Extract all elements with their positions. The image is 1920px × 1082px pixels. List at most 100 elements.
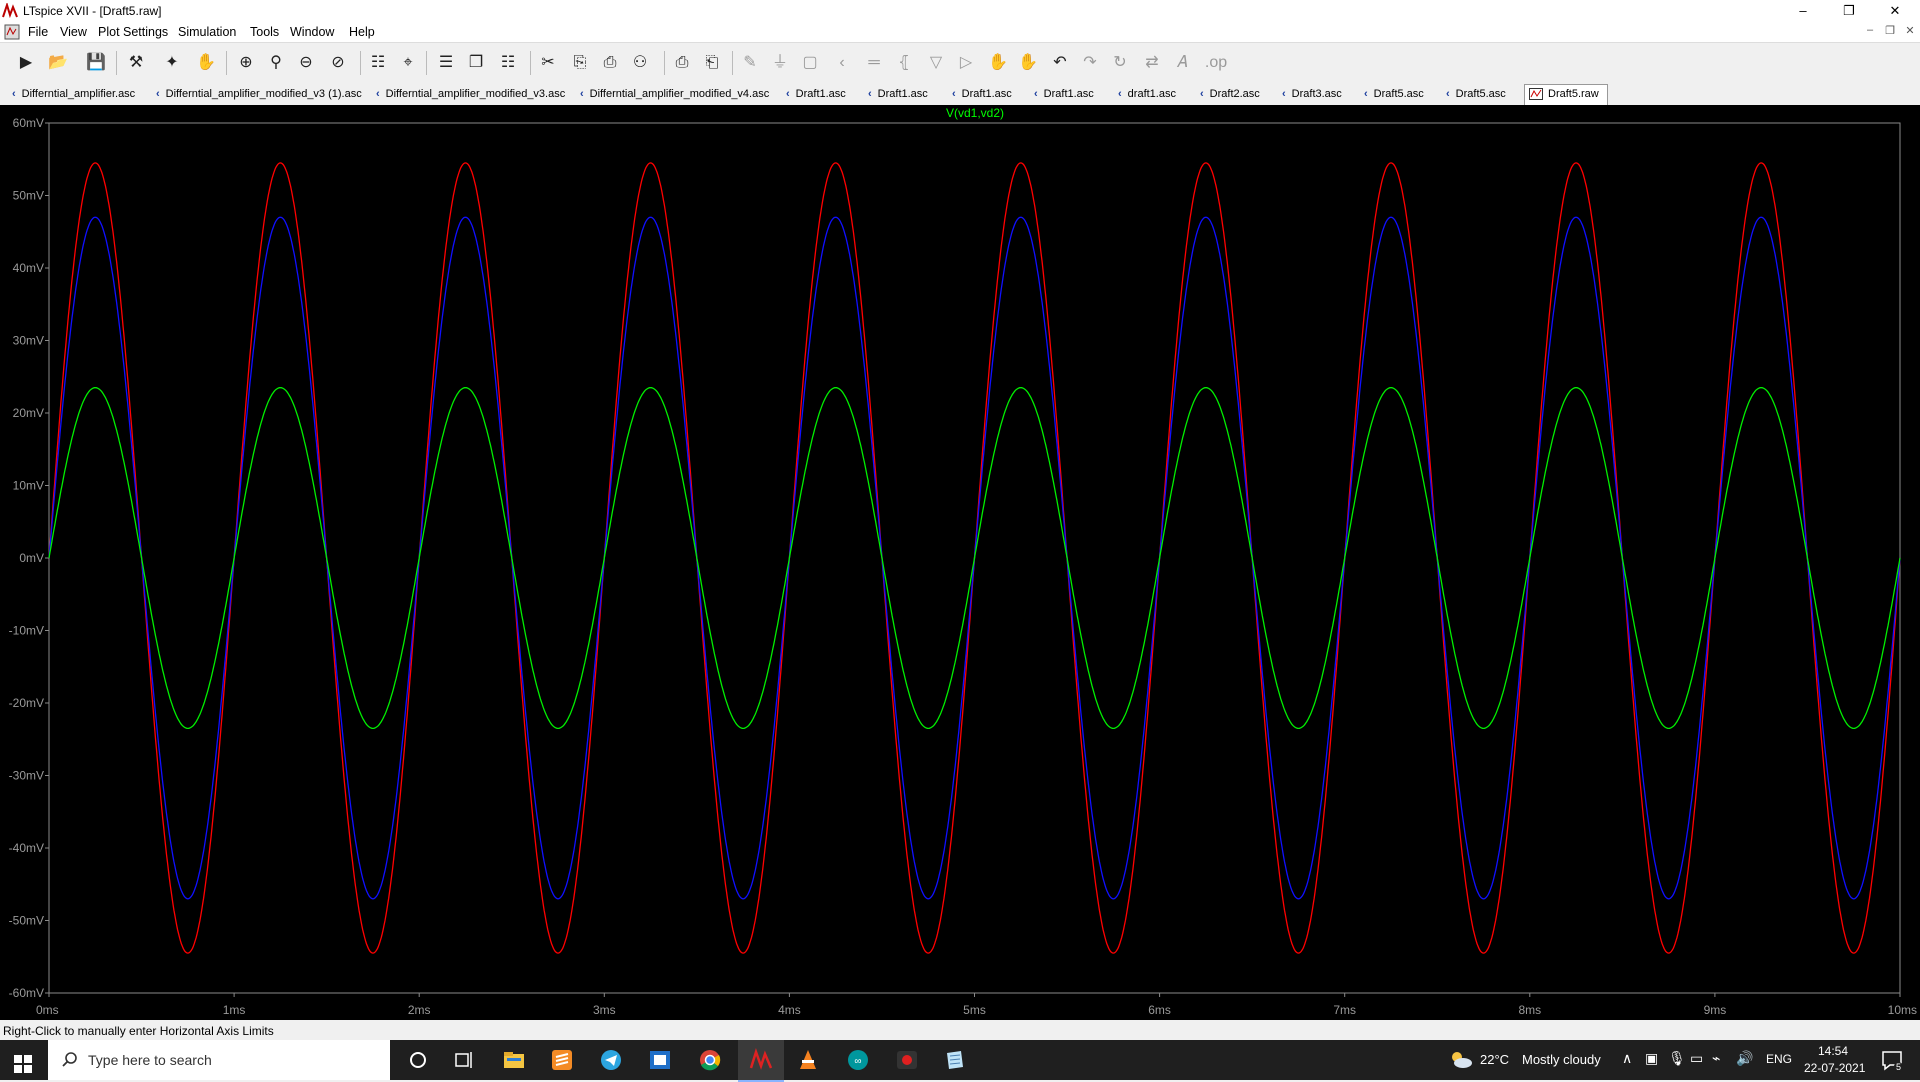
mdi-close-button[interactable]: ✕ [1902,24,1918,37]
tab-differntial-amplifier-modified-v3-1[interactable]: ‹ Differntial_amplifier_modified_v3 (1).a… [156,85,362,103]
microphone-icon[interactable]: 🎙 [1668,1050,1686,1067]
menu-view[interactable]: View [60,25,87,39]
menu-tools[interactable]: Tools [250,25,279,39]
waveform-chart[interactable]: V(vd1,vd2) 60mV 50mV 40mV 30mV 20mV 10mV 0mV -1… [0,105,1920,1020]
tab-draft3[interactable]: ‹ Draft3.asc [1282,85,1342,103]
spice-directive-icon[interactable]: .op [1204,51,1228,75]
capacitor-icon[interactable]: ═ [862,51,886,75]
cut-icon[interactable]: ✂ [536,51,560,75]
close-button[interactable]: ✕ [1872,0,1918,22]
cortana-icon[interactable] [406,1048,430,1072]
run-icon[interactable]: ▶ [14,51,38,75]
menu-window[interactable]: Window [290,25,334,39]
zoom-out-icon[interactable]: ⊖ [294,51,318,75]
waveform-plot-pane[interactable]: V(vd1,vd2) 60mV 50mV 40mV 30mV 20mV 10mV 0mV -1… [0,105,1920,1020]
tile-horizontal-icon[interactable]: ☰ [434,51,458,75]
drag-icon[interactable]: ✋ [1016,51,1040,75]
autorange-icon[interactable]: ☷ [366,51,390,75]
ground-icon[interactable]: ⏚ [768,51,792,75]
menu-plot-settings[interactable]: Plot Settings [98,25,168,39]
taskbar-search-box[interactable]: Type here to search [48,1040,390,1080]
undo-icon[interactable]: ↶ [1048,51,1072,75]
outlook-icon[interactable] [648,1048,672,1072]
clock-date[interactable]: 22-07-2021 [1804,1061,1865,1075]
menu-simulation[interactable]: Simulation [178,25,236,39]
y-tick-label: -30mV [9,769,44,783]
waveform-trace-3[interactable] [48,386,1901,730]
control-panel-icon[interactable]: ⚒ [124,51,148,75]
print-icon[interactable]: ⎙ [670,51,694,75]
zoom-area-icon[interactable]: ⚲ [264,51,288,75]
task-view-icon[interactable] [452,1048,476,1072]
open-icon[interactable]: 📂 [46,51,70,75]
menu-file[interactable]: File [28,25,48,39]
resistor-icon[interactable]: ‹ [830,51,854,75]
chrome-icon[interactable] [698,1048,722,1072]
weather-cloudy-icon[interactable] [1448,1048,1474,1072]
tile-vertical-icon[interactable]: ☷ [496,51,520,75]
rotate-icon[interactable]: ↻ [1108,51,1132,75]
menu-help[interactable]: Help [349,25,375,39]
vlc-icon[interactable] [796,1048,820,1072]
language-indicator[interactable]: ENG [1766,1052,1792,1066]
mirror-icon[interactable]: ⇄ [1140,51,1164,75]
file-explorer-icon[interactable] [502,1048,526,1072]
tab-differntial-amplifier-modified-v4[interactable]: ‹ Differntial_amplifier_modified_v4.asc [580,85,769,103]
taskbar-ltspice-active[interactable] [738,1040,784,1082]
tab-draft2[interactable]: ‹ Draft2.asc [1200,85,1260,103]
paste-icon[interactable]: ⎙ [598,51,622,75]
sublime-text-icon[interactable] [550,1048,574,1072]
tab-draft1-c[interactable]: ‹ Draft1.asc [952,85,1012,103]
tray-chevron-up-icon[interactable]: ∧ [1622,1050,1632,1067]
trace-label[interactable]: V(vd1,vd2) [946,106,1004,120]
schematic-tab-icon: ‹ [1034,88,1038,100]
tab-draft1-lower[interactable]: ‹ draft1.asc [1118,85,1176,103]
wire-icon[interactable]: ✎ [738,51,762,75]
tab-draft5-b[interactable]: ‹ Draft5.asc [1446,85,1506,103]
search-placeholder: Type here to search [88,1052,212,1068]
meet-now-icon[interactable]: ▣ [1645,1050,1658,1067]
diode-icon[interactable]: ▽ [924,51,948,75]
cursor-icon[interactable]: ⌖ [396,51,420,75]
cascade-icon[interactable]: ❐ [464,51,488,75]
tab-draft5-raw[interactable]: Draft5.raw [1524,84,1608,105]
tab-draft1-b[interactable]: ‹ Draft1.asc [868,85,928,103]
copy-icon[interactable]: ⎘ [568,51,592,75]
tab-draft5-a[interactable]: ‹ Draft5.asc [1364,85,1424,103]
find-icon[interactable]: ⚇ [628,51,652,75]
battery-icon[interactable]: ▭ [1690,1050,1703,1067]
mdi-minimize-button[interactable]: – [1862,24,1878,36]
network-icon[interactable]: ⌁ [1712,1050,1720,1067]
minimize-button[interactable]: – [1780,0,1826,22]
weather-text[interactable]: Mostly cloudy [1522,1052,1601,1067]
volume-icon[interactable]: 🔊 [1736,1050,1753,1067]
screen-recorder-icon[interactable] [895,1048,919,1072]
notepad-icon[interactable] [943,1048,967,1072]
halt-icon[interactable]: ✦ [160,51,184,75]
label-icon[interactable]: ▢ [798,51,822,75]
pan-icon[interactable]: ✋ [194,51,218,75]
component-icon[interactable]: ▷ [954,51,978,75]
move-icon[interactable]: ✋ [986,51,1010,75]
print-preview-icon[interactable]: ⎗ [700,51,724,75]
mdi-restore-button[interactable]: ❐ [1882,24,1898,37]
zoom-in-icon[interactable]: ⊕ [234,51,258,75]
windows-start-icon[interactable] [14,1052,32,1076]
telegram-icon[interactable] [599,1048,623,1072]
weather-temp[interactable]: 22°C [1480,1052,1509,1067]
tab-draft1-a[interactable]: ‹ Draft1.asc [786,85,846,103]
x-tick-label: 5ms [963,1003,986,1017]
tab-differntial-amplifier[interactable]: ‹ Differntial_amplifier.asc [12,85,135,103]
redo-icon[interactable]: ↷ [1078,51,1102,75]
arduino-icon[interactable]: ∞ [846,1048,870,1072]
restore-button[interactable]: ❐ [1826,0,1872,22]
waveform-tab-icon [1529,88,1543,101]
save-icon[interactable]: 💾 [84,51,108,75]
tab-differntial-amplifier-modified-v3[interactable]: ‹ Differntial_amplifier_modified_v3.asc [376,85,565,103]
clock-time[interactable]: 14:54 [1818,1044,1848,1058]
zoom-fit-icon[interactable]: ⊘ [326,51,350,75]
inductor-icon[interactable]: ⦃ [892,51,916,75]
tab-draft1-d[interactable]: ‹ Draft1.asc [1034,85,1094,103]
text-icon[interactable]: 𝐴 [1170,51,1194,75]
mdi-document-icon[interactable] [4,24,20,40]
